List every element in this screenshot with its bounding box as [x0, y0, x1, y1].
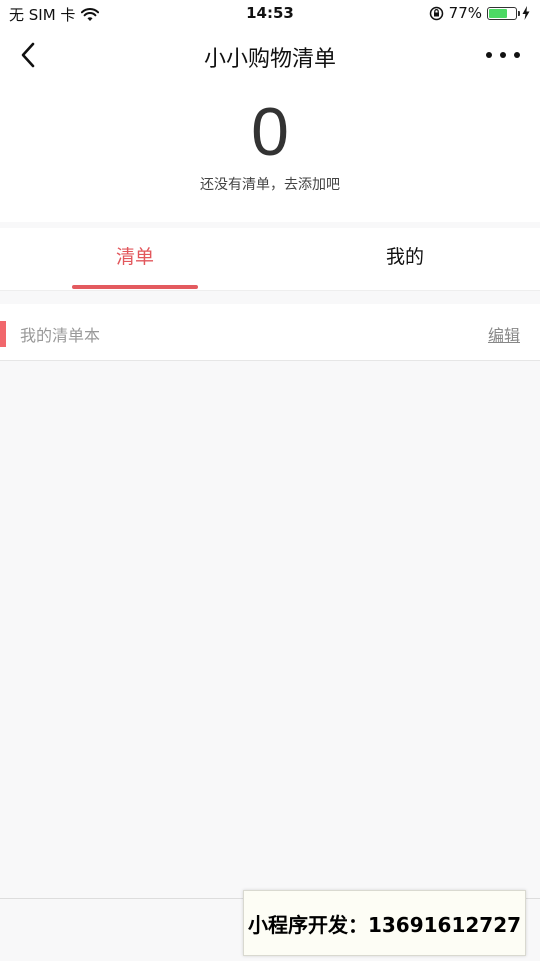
more-horizontal-icon: [486, 52, 492, 58]
more-horizontal-icon: [500, 52, 506, 58]
list-section-header: 我的清单本 编辑: [0, 304, 540, 361]
list-count: 0: [251, 94, 289, 170]
status-bar: 无 SIM 卡 14:53 77%: [0, 0, 540, 30]
more-horizontal-icon: [514, 52, 520, 58]
developer-contact-banner: 小程序开发：13691612727: [243, 890, 526, 956]
empty-hint: 还没有清单，去添加吧: [200, 177, 340, 193]
rotation-lock-icon: [429, 6, 443, 20]
battery-icon: [487, 6, 520, 20]
navigation-bar: 小小购物清单: [0, 30, 540, 80]
section-accent-bar: [0, 321, 6, 347]
battery-fill: [489, 8, 507, 18]
page-title: 小小购物清单: [203, 47, 336, 72]
section-title: 我的清单本: [20, 326, 101, 345]
edit-button[interactable]: 编辑: [488, 322, 520, 346]
tab-lists[interactable]: 清单: [0, 228, 270, 290]
tab-mine[interactable]: 我的: [270, 228, 540, 290]
tab-bar: 清单 我的: [0, 228, 540, 291]
bolt-icon: [522, 6, 530, 20]
battery-percent: 77%: [448, 4, 482, 22]
more-button[interactable]: [486, 44, 520, 66]
status-right: 77%: [429, 4, 530, 22]
battery-cap: [518, 10, 520, 16]
tab-active-indicator: [72, 285, 198, 289]
